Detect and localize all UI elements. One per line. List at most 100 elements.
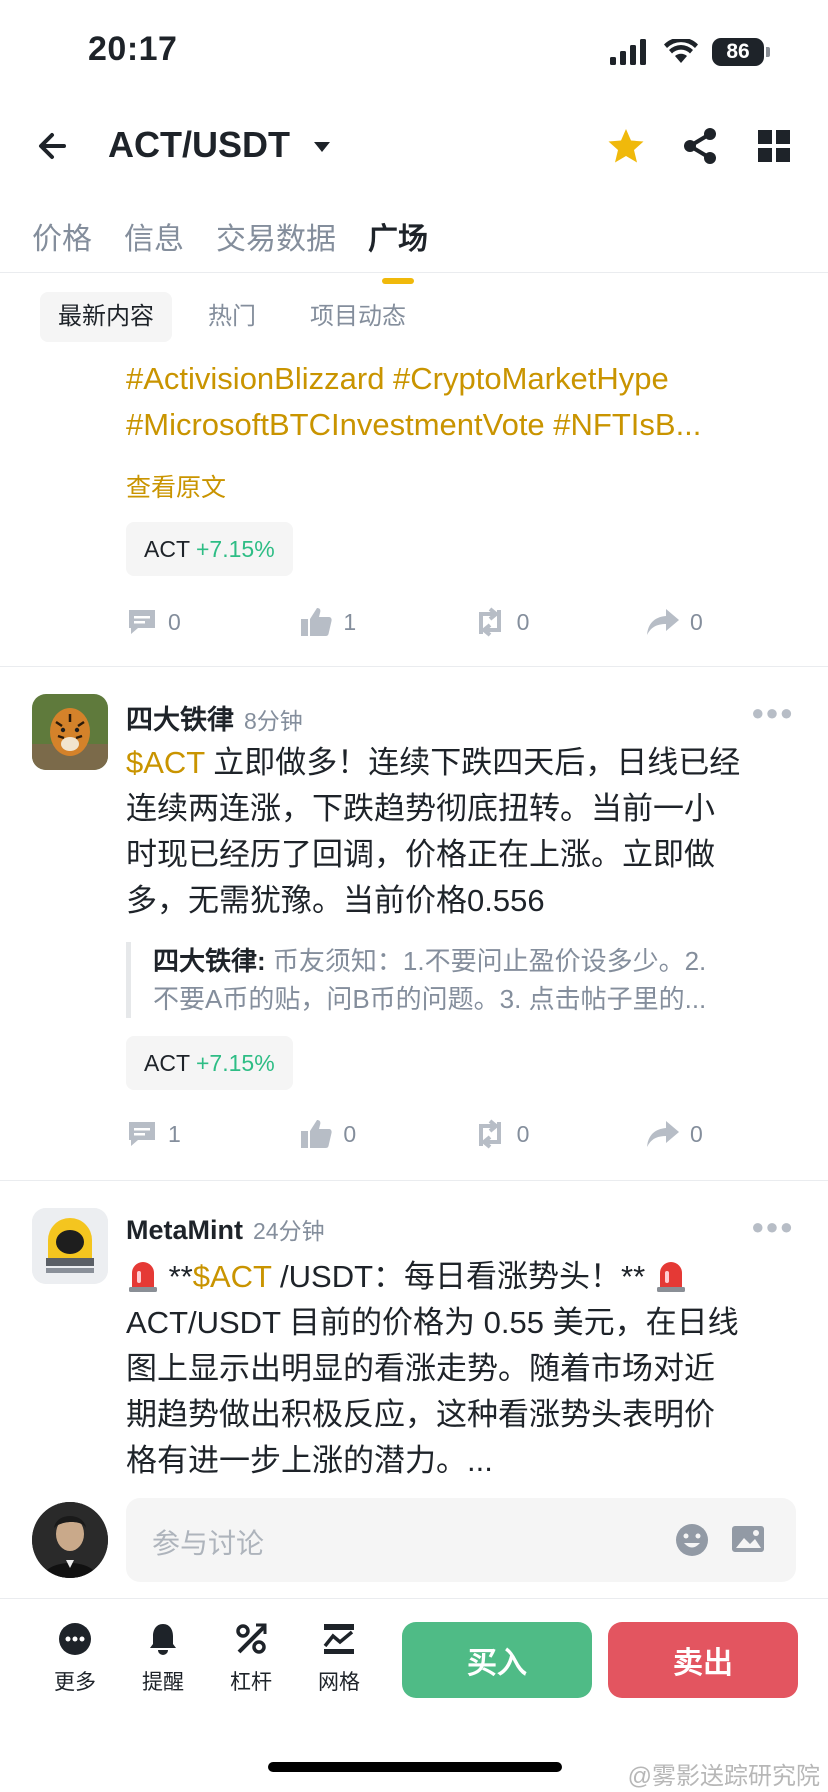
comment-icon: [129, 610, 155, 634]
quoted-post[interactable]: 四大铁律: 币友须知：1.不要问止盈价设多少。2. 不要A币的贴，问B币的问题。…: [126, 942, 813, 1018]
chip-change: +7.15%: [196, 1049, 275, 1076]
post-divider: [0, 666, 828, 667]
chip-symbol: ACT: [144, 1049, 190, 1076]
more-options-icon[interactable]: ●●●: [751, 1214, 794, 1240]
tab-square[interactable]: 广场: [368, 214, 428, 284]
pair-title[interactable]: ACT/USDT: [108, 124, 290, 166]
more-options-icon[interactable]: ●●●: [751, 700, 794, 726]
grid-trading-icon: [323, 1624, 354, 1654]
author-name[interactable]: MetaMint: [126, 1215, 243, 1245]
post-text-line: 立即做多！连续下跌四天后，日线已经: [204, 745, 741, 780]
home-indicator: [268, 1762, 562, 1772]
tab-info[interactable]: 信息: [124, 214, 184, 284]
author-name[interactable]: 四大铁律: [126, 705, 234, 735]
post-body[interactable]: $ACT 立即做多！连续下跌四天后，日线已经 连续两连涨，下跌趋势彻底扭转。当前…: [126, 740, 798, 924]
post-body[interactable]: **$ACT /USDT：每日看涨势头！** ACT/USDT 目前的价格为 0…: [126, 1254, 798, 1484]
tool-label: 网格: [318, 1671, 360, 1694]
siren-icon: [129, 1262, 157, 1292]
sell-button[interactable]: 卖出: [608, 1622, 798, 1698]
status-icons: 86: [610, 38, 770, 66]
wifi-icon: [664, 39, 698, 63]
image-icon[interactable]: [730, 1522, 766, 1556]
siren-icon: [656, 1262, 685, 1292]
back-arrow-icon[interactable]: [34, 126, 74, 166]
like-action[interactable]: 1: [299, 606, 419, 638]
post-divider: [0, 1180, 828, 1181]
post-meta: MetaMint 24分钟: [126, 1212, 325, 1246]
ticker-link[interactable]: $ACT: [126, 745, 205, 780]
hashtags-line[interactable]: #MicrosoftBTCInvestmentVote #NFTIsB...: [126, 402, 798, 448]
layout-grid-icon[interactable]: [756, 128, 792, 164]
tab-trading-data[interactable]: 交易数据: [216, 214, 336, 284]
tool-leverage[interactable]: 杠杆: [216, 1622, 286, 1696]
quote-text-line: 不要A币的贴，问B币的问题。3. 点击帖子里的...: [153, 984, 707, 1014]
bottom-divider: [0, 1598, 828, 1599]
coin-chip[interactable]: ACT +7.15%: [126, 1036, 293, 1090]
coin-chip[interactable]: ACT +7.15%: [126, 522, 293, 576]
thumbs-up-icon: [301, 608, 332, 636]
header: ACT/USDT: [0, 110, 828, 184]
sub-tabs: 最新内容 热门 项目动态: [40, 292, 424, 342]
user-avatar[interactable]: [32, 1502, 108, 1578]
tool-alert[interactable]: 提醒: [128, 1622, 198, 1696]
leverage-icon: [236, 1623, 267, 1654]
hashtags-line[interactable]: #ActivisionBlizzard #CryptoMarketHype: [126, 356, 798, 402]
post-actions: 0 1 0 0: [126, 606, 766, 638]
ticker-link[interactable]: $ACT: [193, 1259, 272, 1294]
view-original-link[interactable]: 查看原文: [126, 468, 226, 504]
like-count: 1: [343, 608, 357, 635]
share-count: 0: [689, 608, 703, 635]
cellular-signal-icon: [610, 39, 646, 65]
post-text-line: ACT/USDT 目前的价格为 0.55 美元，在日线: [126, 1305, 739, 1340]
chip-symbol: ACT: [144, 535, 190, 562]
post-actions: 1 0 0 0: [126, 1118, 766, 1150]
more-icon: [59, 1623, 91, 1655]
tool-grid-trading[interactable]: 网格: [304, 1622, 374, 1696]
subtab-project-news[interactable]: 项目动态: [292, 292, 424, 342]
caret-down-icon[interactable]: [312, 140, 332, 154]
like-action[interactable]: 0: [299, 1118, 419, 1150]
tool-label: 杠杆: [230, 1671, 272, 1694]
subtab-hot[interactable]: 热门: [190, 292, 274, 342]
post-text-line: 格有进一步上涨的潜力。...: [126, 1443, 493, 1478]
post-time: 24分钟: [253, 1218, 325, 1244]
user-avatar-image: [32, 1502, 108, 1578]
tiger-avatar-image: [32, 694, 108, 770]
avatar[interactable]: [32, 694, 108, 770]
share-icon[interactable]: [680, 126, 720, 166]
post-hashtags[interactable]: #ActivisionBlizzard #CryptoMarketHype #M…: [126, 356, 798, 448]
forward-icon: [646, 1121, 679, 1147]
bell-icon: [150, 1624, 176, 1655]
subtab-latest[interactable]: 最新内容: [40, 292, 172, 342]
emoji-icon[interactable]: [674, 1522, 710, 1558]
post-text-line: 期趋势做出积极反应，这种看涨势头表明价: [126, 1397, 715, 1432]
comment-count: 1: [168, 1120, 181, 1147]
quote-text-line: 币友须知：1.不要问止盈价设多少。2.: [265, 946, 707, 976]
status-time: 20:17: [88, 30, 178, 68]
share-action[interactable]: 0: [646, 1118, 766, 1150]
forward-icon: [646, 609, 679, 635]
comment-input[interactable]: 参与讨论: [152, 1522, 264, 1562]
avatar[interactable]: [32, 1208, 108, 1284]
favorite-star-icon[interactable]: [606, 126, 646, 166]
comment-count: 0: [168, 608, 181, 635]
thumbs-up-icon: [301, 1120, 332, 1148]
share-action[interactable]: 0: [646, 606, 766, 638]
tool-more[interactable]: 更多: [40, 1622, 110, 1696]
post-text-line: 图上显示出明显的看涨走势。随着市场对近: [126, 1351, 715, 1386]
comment-input-bar[interactable]: 参与讨论: [126, 1498, 796, 1582]
comment-action[interactable]: 0: [126, 606, 246, 638]
post-text-line: 时现已经历了回调，价格正在上涨。立即做: [126, 837, 715, 872]
share-count: 0: [689, 1120, 703, 1147]
post-text-line: 多，无需犹豫。当前价格0.556: [126, 883, 545, 918]
tab-price[interactable]: 价格: [32, 214, 92, 284]
watermark: @雾影送踪研究院: [627, 1763, 820, 1790]
battery-tip-icon: [766, 47, 770, 57]
buy-button[interactable]: 买入: [402, 1622, 592, 1698]
tool-label: 提醒: [142, 1671, 184, 1694]
comment-icon: [129, 1122, 155, 1146]
repost-action[interactable]: 0: [473, 1118, 593, 1150]
repost-action[interactable]: 0: [473, 606, 593, 638]
comment-action[interactable]: 1: [126, 1118, 246, 1150]
tabs-divider: [0, 272, 828, 273]
